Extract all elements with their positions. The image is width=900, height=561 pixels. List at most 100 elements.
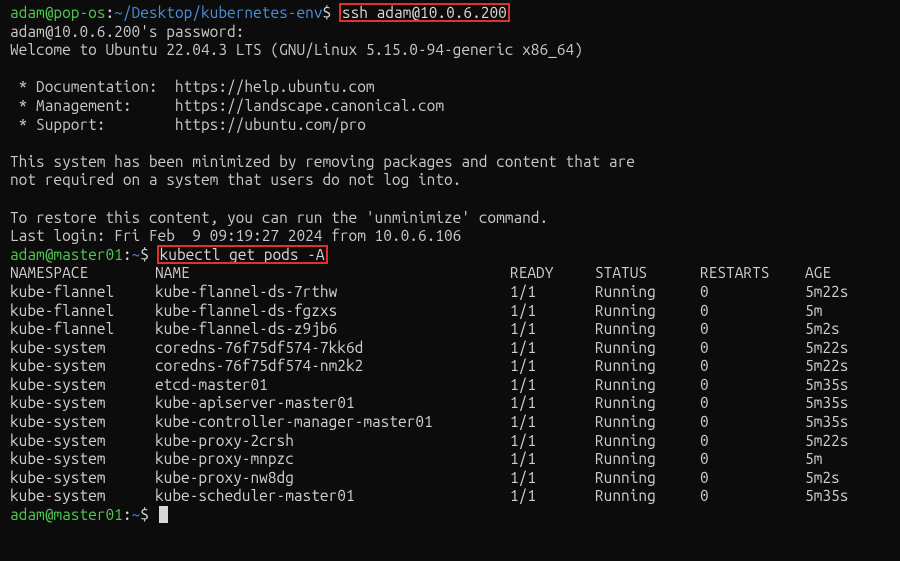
cell-status: Running [595,376,700,395]
cell-name: kube-flannel-ds-z9jb6 [155,320,510,339]
cell-ns: kube-system [10,469,155,488]
prompt3-path: ~ [132,506,141,523]
prompt1-path: ~/Desktop/kubernetes-env [114,4,322,21]
prompt-line-3[interactable]: adam@master01:~$ [10,506,890,525]
header-status: STATUS [595,264,700,283]
motd-bullet: * Support: https://ubuntu.com/pro [10,116,890,135]
cell-ns: kube-system [10,413,155,432]
cell-ready: 1/1 [510,339,595,358]
header-namespace: NAMESPACE [10,264,155,283]
cell-status: Running [595,283,700,302]
header-restarts: RESTARTS [700,264,805,283]
motd-bullet: * Management: https://landscape.canonica… [10,97,890,116]
cell-status: Running [595,450,700,469]
cell-ns: kube-flannel [10,302,155,321]
cell-restarts: 0 [700,283,805,302]
cell-age: 5m22s [805,339,848,358]
cell-name: kube-proxy-2crsh [155,432,510,451]
motd-bullet: * Documentation: https://help.ubuntu.com [10,78,890,97]
prompt2-path: ~ [132,246,141,263]
cell-age: 5m2s [805,469,840,488]
table-row: kube-flannelkube-flannel-ds-fgzxs1/1Runn… [10,302,890,321]
cell-ready: 1/1 [510,432,595,451]
cell-ready: 1/1 [510,469,595,488]
table-row: kube-flannelkube-flannel-ds-7rthw1/1Runn… [10,283,890,302]
cell-restarts: 0 [700,302,805,321]
header-age: AGE [805,264,831,283]
prompt2-userhost: adam@master01 [10,246,123,263]
table-row: kube-systemkube-proxy-nw8dg1/1Running05m… [10,469,890,488]
cell-status: Running [595,469,700,488]
prompt-line-2[interactable]: adam@master01:~$ kubectl get pods -A [10,246,890,265]
cell-name: etcd-master01 [155,376,510,395]
cell-ns: kube-system [10,487,155,506]
cell-age: 5m35s [805,376,848,395]
cell-ns: kube-flannel [10,320,155,339]
prompt1-userhost: adam@pop-os [10,4,106,21]
cell-ready: 1/1 [510,487,595,506]
pods-table-body: kube-flannelkube-flannel-ds-7rthw1/1Runn… [10,283,890,506]
cell-ns: kube-flannel [10,283,155,302]
cell-restarts: 0 [700,413,805,432]
cell-restarts: 0 [700,376,805,395]
cell-name: coredns-76f75df574-nm2k2 [155,357,510,376]
table-row: kube-systemkube-proxy-mnpzc1/1Running05m [10,450,890,469]
cell-restarts: 0 [700,339,805,358]
cell-restarts: 0 [700,450,805,469]
cell-age: 5m22s [805,432,848,451]
motd-minimized: not required on a system that users do n… [10,171,890,190]
table-row: kube-flannelkube-flannel-ds-z9jb61/1Runn… [10,320,890,339]
table-row: kube-systemkube-apiserver-master011/1Run… [10,394,890,413]
cell-status: Running [595,357,700,376]
cell-age: 5m35s [805,394,848,413]
prompt-line-1[interactable]: adam@pop-os:~/Desktop/kubernetes-env$ ss… [10,4,890,23]
cursor [159,506,168,523]
cell-name: kube-flannel-ds-fgzxs [155,302,510,321]
cell-status: Running [595,320,700,339]
cell-status: Running [595,394,700,413]
cell-name: kube-proxy-nw8dg [155,469,510,488]
cell-status: Running [595,432,700,451]
prompt3-userhost: adam@master01 [10,506,123,523]
cell-ready: 1/1 [510,320,595,339]
cell-name: kube-scheduler-master01 [155,487,510,506]
pods-table-header: NAMESPACE NAME READY STATUS RESTARTS AGE [10,264,890,283]
header-ready: READY [510,264,595,283]
cell-age: 5m35s [805,487,848,506]
cell-ready: 1/1 [510,376,595,395]
table-row: kube-systemkube-scheduler-master011/1Run… [10,487,890,506]
cell-ns: kube-system [10,357,155,376]
cell-status: Running [595,413,700,432]
motd-restore: To restore this content, you can run the… [10,209,890,228]
cell-age: 5m2s [805,320,840,339]
cell-ns: kube-system [10,450,155,469]
cell-restarts: 0 [700,487,805,506]
cell-restarts: 0 [700,357,805,376]
cell-name: kube-flannel-ds-7rthw [155,283,510,302]
cell-status: Running [595,339,700,358]
cell-restarts: 0 [700,320,805,339]
cell-age: 5m22s [805,357,848,376]
cell-ns: kube-system [10,394,155,413]
cell-ns: kube-system [10,339,155,358]
table-row: kube-systemkube-proxy-2crsh1/1Running05m… [10,432,890,451]
cell-ready: 1/1 [510,357,595,376]
cell-ready: 1/1 [510,450,595,469]
last-login: Last login: Fri Feb 9 09:19:27 2024 from… [10,227,890,246]
cell-status: Running [595,302,700,321]
kubectl-command: kubectl get pods -A [158,246,327,263]
cell-ns: kube-system [10,376,155,395]
cell-ns: kube-system [10,432,155,451]
motd-minimized: This system has been minimized by removi… [10,153,890,172]
cell-restarts: 0 [700,469,805,488]
table-row: kube-systemcoredns-76f75df574-nm2k21/1Ru… [10,357,890,376]
cell-ready: 1/1 [510,283,595,302]
cell-ready: 1/1 [510,413,595,432]
cell-ready: 1/1 [510,394,595,413]
table-row: kube-systemetcd-master011/1Running05m35s [10,376,890,395]
cell-name: kube-controller-manager-master01 [155,413,510,432]
cell-age: 5m [805,302,822,321]
header-name: NAME [155,264,510,283]
cell-ready: 1/1 [510,302,595,321]
cell-restarts: 0 [700,394,805,413]
